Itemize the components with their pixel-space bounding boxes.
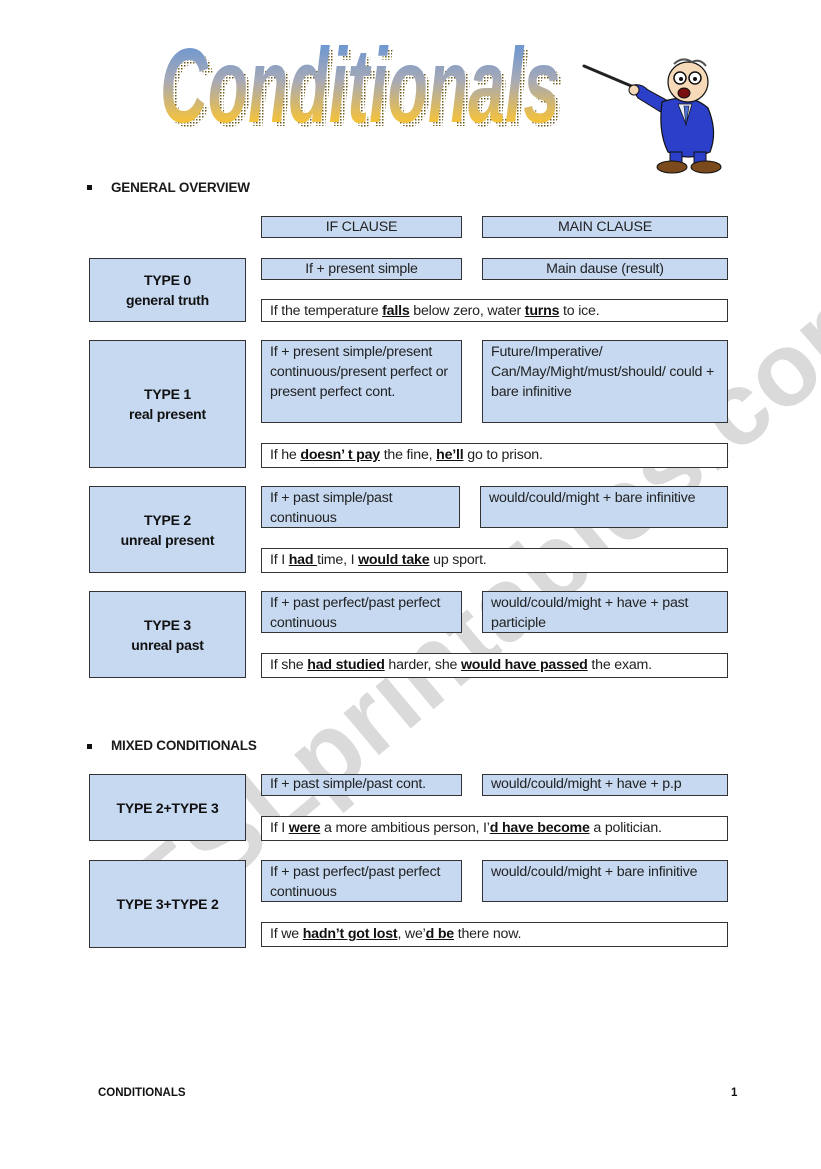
teacher-clipart-icon <box>578 52 738 177</box>
sentence-text: If I <box>270 820 289 836</box>
main-clause-formula: would/could/might + bare infinitive <box>480 486 728 528</box>
sentence-text: the exam. <box>587 657 652 673</box>
highlighted-verb: were <box>288 820 321 836</box>
sentence-text: harder, she <box>384 657 461 673</box>
column-header-main-clause: MAIN CLAUSE <box>482 216 728 238</box>
type-subtitle: unreal past <box>131 636 204 653</box>
sentence-text: below zero, water <box>409 303 525 319</box>
type-name: TYPE 0 <box>143 272 192 288</box>
highlighted-verb: had <box>288 552 318 568</box>
if-clause-formula: If + past simple/past cont. <box>261 774 462 796</box>
if-clause-formula: If + past simple/past continuous <box>261 486 460 528</box>
if-clause-formula: If + present simple/present continuous/p… <box>261 340 462 423</box>
example-sentence: If I were a more ambitious person, I’d h… <box>261 816 728 841</box>
sentence-text: If we <box>270 926 303 942</box>
sentence-text: If the temperature <box>270 303 383 319</box>
title-word-art: Conditionals Conditionals <box>150 22 570 149</box>
if-clause-formula: If + past perfect/past perfect continuou… <box>261 591 462 633</box>
bullet-icon <box>87 744 92 749</box>
type-2-label: TYPE 2 unreal present <box>89 486 246 573</box>
sentence-text: the fine, <box>379 447 437 463</box>
if-clause-formula: If + present simple <box>261 258 462 280</box>
section-heading-mixed-conditionals: MIXED CONDITIONALS <box>111 738 257 753</box>
sentence-text: a more ambitious person, I’ <box>320 820 490 836</box>
highlighted-verb: d be <box>425 926 455 942</box>
highlighted-verb: he’ll <box>436 447 464 463</box>
type-0-label: TYPE 0 general truth <box>89 258 246 322</box>
type-3-label: TYPE 3 unreal past <box>89 591 246 678</box>
highlighted-verb: would have passed <box>460 657 588 673</box>
sentence-text: time, I <box>317 552 359 568</box>
type-subtitle: unreal present <box>120 531 215 548</box>
page-number: 1 <box>731 1087 738 1099</box>
example-sentence: If I had time, I would take up sport. <box>261 548 728 573</box>
type-name: TYPE 2+TYPE 3 <box>116 799 219 816</box>
highlighted-verb: had studied <box>307 657 385 673</box>
sentence-text: a politician. <box>589 820 662 836</box>
sentence-text: go to prison. <box>463 447 543 463</box>
sentence-text: to ice. <box>559 303 600 319</box>
type-subtitle: general truth <box>126 292 209 308</box>
sentence-text: there now. <box>454 926 522 942</box>
type-1-label: TYPE 1 real present <box>89 340 246 468</box>
example-sentence: If he doesn’ t pay the fine, he’ll go to… <box>261 443 728 468</box>
highlighted-verb: turns <box>524 303 560 319</box>
example-sentence: If the temperature falls below zero, wat… <box>261 299 728 322</box>
main-clause-formula: would/could/might + have + past particip… <box>482 591 728 633</box>
type-subtitle: real present <box>129 406 206 422</box>
type-name: TYPE 3 <box>143 616 192 633</box>
footer-title: CONDITIONALS <box>98 1087 186 1099</box>
sentence-text: If she <box>270 657 308 673</box>
main-clause-formula: would/could/might + have + p.p <box>482 774 728 796</box>
type-name: TYPE 1 <box>143 386 192 402</box>
highlighted-verb: doesn’ t pay <box>300 447 380 463</box>
section-heading-general-overview: GENERAL OVERVIEW <box>111 180 250 195</box>
sentence-text: up sport. <box>429 552 487 568</box>
bullet-icon <box>87 185 92 190</box>
mixed-type-2-3-label: TYPE 2+TYPE 3 <box>89 774 246 841</box>
highlighted-verb: falls <box>382 303 410 319</box>
example-sentence: If she had studied harder, she would hav… <box>261 653 728 678</box>
if-clause-formula: If + past perfect/past perfect continuou… <box>261 860 462 902</box>
sentence-text: If I <box>270 552 289 568</box>
highlighted-verb: hadn’t got lost <box>302 926 398 942</box>
highlighted-verb: d have become <box>489 820 590 836</box>
type-name: TYPE 3+TYPE 2 <box>116 896 219 912</box>
type-name: TYPE 2 <box>143 511 192 528</box>
mixed-type-3-2-label: TYPE 3+TYPE 2 <box>89 860 246 948</box>
sentence-text: If he <box>270 447 301 463</box>
main-clause-formula: would/could/might + bare infinitive <box>482 860 728 902</box>
main-clause-formula: Main dause (result) <box>482 258 728 280</box>
example-sentence: If we hadn’t got lost, we’d be there now… <box>261 922 728 947</box>
highlighted-verb: would take <box>358 552 430 568</box>
main-clause-formula: Future/Imperative/ Can/May/Might/must/sh… <box>482 340 728 423</box>
sentence-text: , we’ <box>397 926 426 942</box>
column-header-if-clause: IF CLAUSE <box>261 216 462 238</box>
title-text: Conditionals <box>160 27 560 137</box>
